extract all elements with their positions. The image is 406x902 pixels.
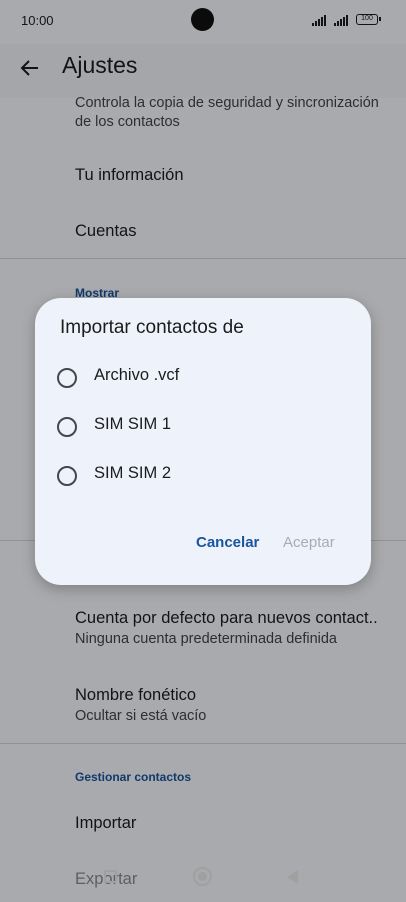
- cancel-button[interactable]: Cancelar: [196, 534, 259, 551]
- accept-button[interactable]: Aceptar: [283, 534, 335, 551]
- option-sim-2[interactable]: SIM SIM 2: [57, 456, 347, 496]
- option-label: SIM SIM 2: [94, 464, 172, 482]
- option-vcf-file[interactable]: Archivo .vcf: [57, 358, 347, 398]
- import-contacts-dialog: Importar contactos de Archivo .vcf SIM S…: [35, 298, 371, 585]
- radio-button-icon[interactable]: [57, 466, 77, 486]
- radio-button-icon[interactable]: [57, 417, 77, 437]
- option-label: Archivo .vcf: [94, 366, 180, 384]
- option-label: SIM SIM 1: [94, 415, 172, 433]
- option-sim-1[interactable]: SIM SIM 1: [57, 407, 347, 447]
- radio-button-icon[interactable]: [57, 368, 77, 388]
- dialog-title: Importar contactos de: [60, 317, 244, 338]
